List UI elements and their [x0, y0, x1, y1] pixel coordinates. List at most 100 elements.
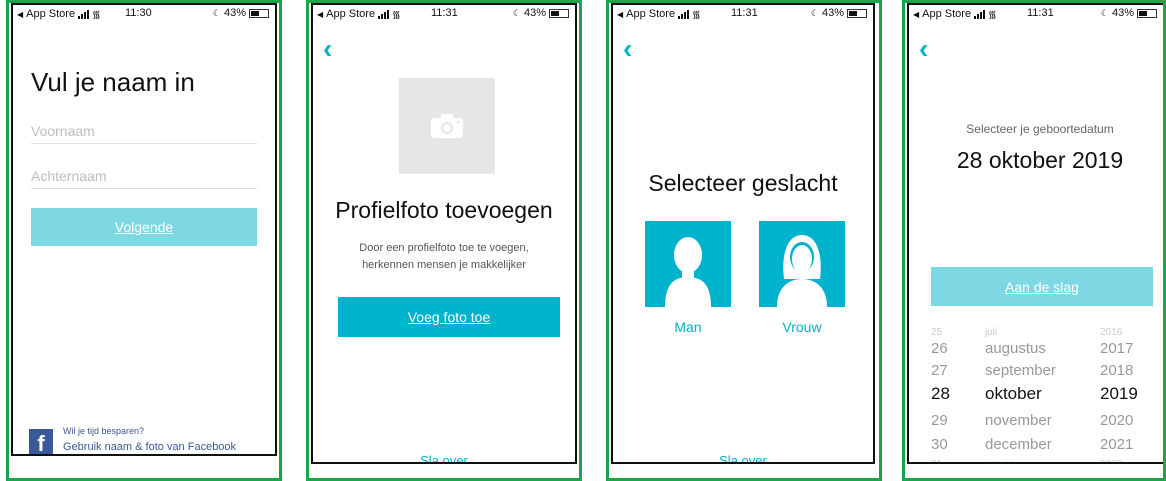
picker-day: 25 [931, 326, 943, 338]
wifi-icon: ᯾ [692, 10, 701, 21]
battery-icon [1137, 8, 1157, 18]
page-title: Vul je naam in [31, 67, 195, 97]
picker-month: september [985, 361, 1056, 379]
picker-row[interactable]: 27 september 2018 [909, 359, 1163, 381]
status-time: 11:30 [125, 7, 152, 19]
picker-day: 26 [931, 339, 948, 357]
page-title: Profielfoto toevoegen [335, 197, 553, 223]
battery-percent: 43% [523, 7, 546, 19]
photo-placeholder[interactable] [399, 78, 495, 174]
screen-birthdate: ◀ App Store ᯾ 11:31 ☾ 43% ‹ Selecteer je g… [907, 3, 1163, 464]
battery-percent: 43% [1111, 7, 1134, 19]
female-option[interactable] [759, 221, 845, 307]
battery-icon [549, 8, 569, 18]
picker-year: 2019 [1100, 384, 1138, 403]
back-app-icon: ◀ [617, 9, 624, 19]
picker-row[interactable]: 31 januari 2022 [909, 453, 1163, 464]
skip-link[interactable]: Sla over [313, 453, 575, 462]
screen-frame-photo: ◀ App Store ᯾ 11:31 ☾ 43% ‹ Profielfoto to… [306, 0, 582, 481]
screen-photo: ◀ App Store ᯾ 11:31 ☾ 43% ‹ Profielfoto to… [311, 3, 577, 464]
back-app-icon: ◀ [17, 9, 24, 19]
status-bar: ◀ App Store ᯾ 11:31 ☾ 43% [909, 5, 1163, 23]
picker-row[interactable]: 28 oktober 2019 [909, 383, 1163, 405]
picker-day: 28 [931, 384, 950, 403]
back-app-label[interactable]: App Store [326, 8, 375, 20]
back-app-label[interactable]: App Store [922, 8, 971, 20]
birthdate-subtitle: Selecteer je geboortedatum [966, 122, 1114, 136]
picker-month: november [985, 411, 1052, 429]
back-app-icon: ◀ [317, 9, 324, 19]
page-title: Selecteer geslacht [648, 170, 838, 196]
picker-year: 2017 [1100, 339, 1134, 357]
picker-day: 30 [931, 435, 948, 453]
wifi-icon: ᯾ [988, 10, 997, 21]
picker-year: 2021 [1100, 435, 1134, 453]
status-time: 11:31 [431, 7, 458, 19]
back-app-label[interactable]: App Store [626, 8, 675, 20]
screen-frame-birthdate: ◀ App Store ᯾ 11:31 ☾ 43% ‹ Selecteer je g… [902, 0, 1166, 481]
screen-name: ◀ App Store ᯾ 11:30 ☾ 43% Vul je naam in V… [11, 3, 277, 456]
date-picker[interactable]: 25 juli 2016 26 augustus 2017 27 september 2018 2… [909, 317, 1163, 464]
back-chevron-icon[interactable]: ‹ [623, 35, 632, 63]
back-chevron-icon[interactable]: ‹ [919, 35, 928, 63]
female-label[interactable]: Vrouw [759, 319, 845, 335]
back-app-label[interactable]: App Store [26, 8, 75, 20]
status-bar: ◀ App Store ᯾ 11:30 ☾ 43% [13, 5, 275, 23]
picker-month: januari [985, 458, 1016, 464]
battery-icon [249, 8, 269, 18]
battery-percent: 43% [223, 7, 246, 19]
picker-year: 2022 [1100, 458, 1123, 464]
moon-icon: ☾ [1100, 7, 1109, 18]
screen-gender: ◀ App Store ᯾ 11:31 ☾ 43% ‹ Selecteer gesl… [611, 3, 875, 464]
male-avatar-icon [665, 237, 711, 307]
signal-icon [974, 9, 986, 19]
back-chevron-icon[interactable]: ‹ [323, 35, 332, 63]
facebook-icon: f [29, 429, 53, 454]
skip-link[interactable]: Sla over [613, 453, 873, 462]
screen-frame-gender: ◀ App Store ᯾ 11:31 ☾ 43% ‹ Selecteer gesl… [606, 0, 882, 481]
battery-icon [847, 8, 867, 18]
facebook-login[interactable]: f Wil je tijd besparen? Gebruik naam & f… [27, 423, 275, 454]
picker-month: augustus [985, 339, 1046, 357]
next-button[interactable]: Volgende [31, 208, 257, 246]
female-avatar-icon [777, 235, 827, 307]
last-name-input[interactable]: Achternaam [31, 168, 257, 189]
wifi-icon: ᯾ [92, 10, 101, 21]
status-time: 11:31 [731, 7, 758, 19]
add-photo-button[interactable]: Voeg foto toe [338, 297, 560, 337]
moon-icon: ☾ [212, 7, 221, 18]
back-app-icon: ◀ [913, 9, 920, 19]
picker-month: juli [985, 326, 998, 338]
status-time: 11:31 [1027, 7, 1054, 19]
battery-percent: 43% [821, 7, 844, 19]
signal-icon [378, 9, 390, 19]
picker-month: december [985, 435, 1052, 453]
start-button[interactable]: Aan de slag [931, 267, 1153, 306]
signal-icon [78, 9, 90, 19]
male-option[interactable] [645, 221, 731, 307]
picker-year: 2018 [1100, 361, 1134, 379]
picker-day: 31 [931, 458, 943, 464]
picker-year: 2016 [1100, 326, 1123, 338]
picker-row[interactable]: 30 december 2021 [909, 433, 1163, 455]
facebook-link[interactable]: Gebruik naam & foto van Facebook [63, 441, 236, 453]
picker-day: 27 [931, 361, 948, 379]
status-bar: ◀ App Store ᯾ 11:31 ☾ 43% [613, 5, 873, 23]
first-name-input[interactable]: Voornaam [31, 123, 257, 144]
picker-year: 2020 [1100, 411, 1134, 429]
moon-icon: ☾ [512, 7, 521, 18]
moon-icon: ☾ [810, 7, 819, 18]
camera-icon [431, 114, 463, 138]
picker-day: 29 [931, 411, 948, 429]
picker-month: oktober [985, 384, 1042, 403]
description-line-1: Door een profielfoto toe te voegen, [359, 242, 529, 254]
picker-row[interactable]: 29 november 2020 [909, 409, 1163, 431]
picker-row[interactable]: 26 augustus 2017 [909, 337, 1163, 359]
status-bar: ◀ App Store ᯾ 11:31 ☾ 43% [313, 5, 575, 23]
male-label[interactable]: Man [645, 319, 731, 335]
selected-date: 28 oktober 2019 [956, 147, 1124, 173]
facebook-prompt: Wil je tijd besparen? [63, 426, 145, 436]
screen-frame-name: ◀ App Store ᯾ 11:30 ☾ 43% Vul je naam in V… [6, 0, 282, 481]
description-line-2: herkennen mensen je makkelijker [362, 259, 526, 271]
signal-icon [678, 9, 690, 19]
